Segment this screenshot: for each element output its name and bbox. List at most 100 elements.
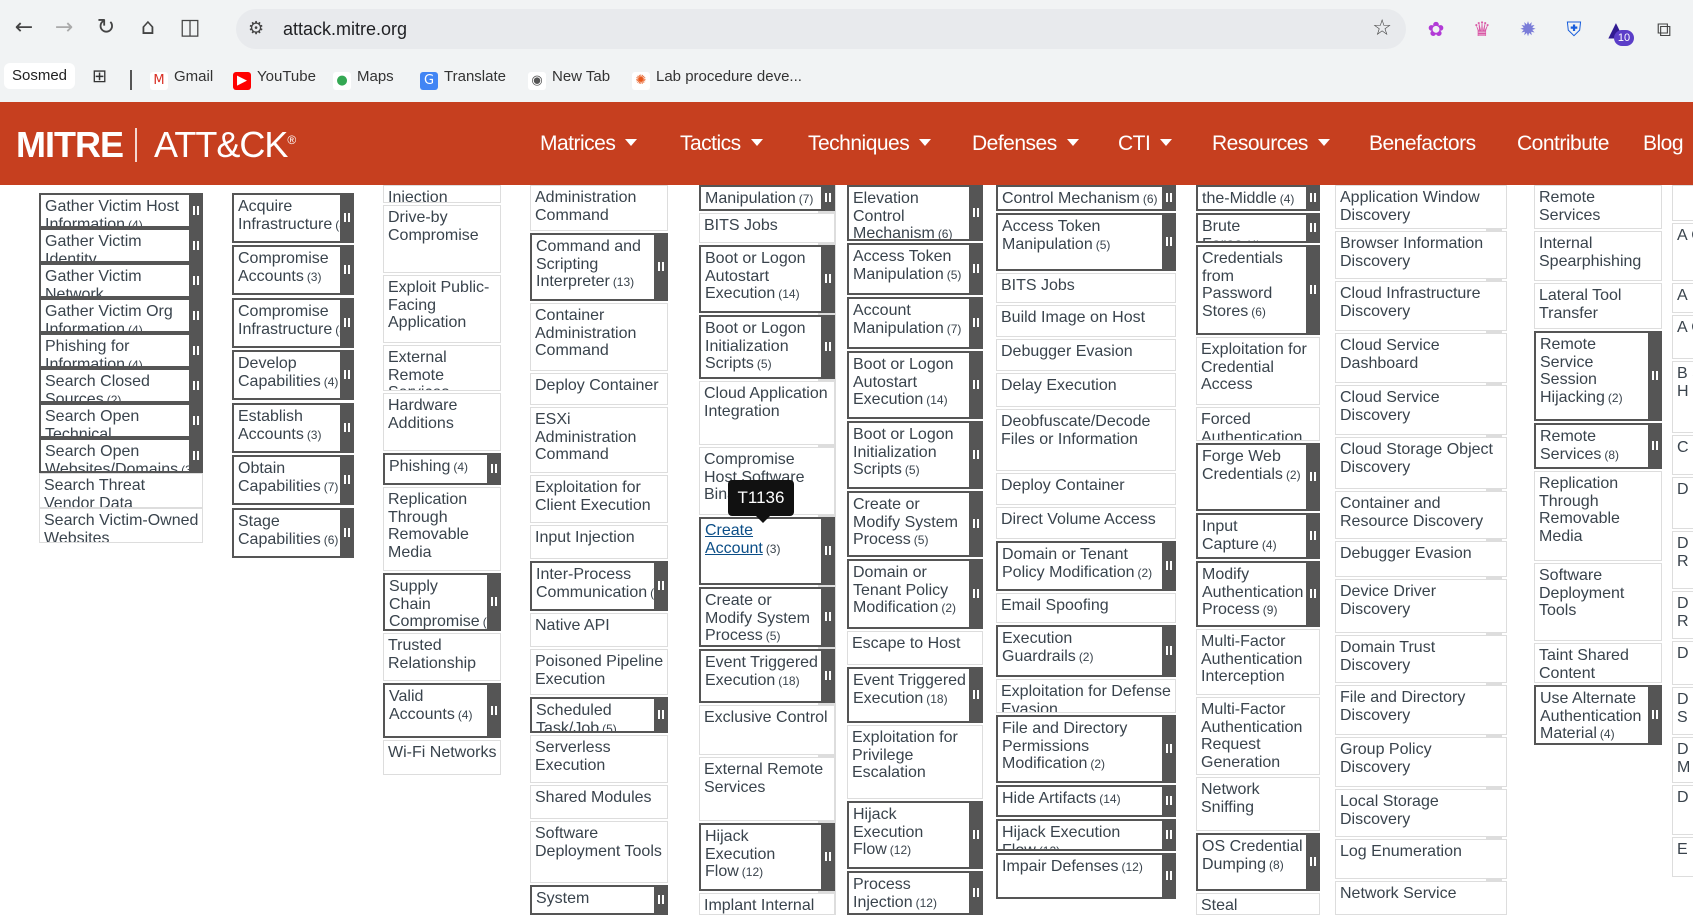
technique-cell[interactable]: Lateral Tool Transfer xyxy=(1534,283,1662,329)
bookmark-gmail[interactable]: M Gmail xyxy=(150,68,213,90)
technique-cell[interactable]: Elevation Control Mechanism (6) xyxy=(847,185,969,241)
expand-subtechniques-handle-icon[interactable] xyxy=(969,667,983,723)
technique-cell[interactable]: Gather Victim Host Information (4) xyxy=(39,193,189,228)
apps-grid-icon[interactable]: ⊞ xyxy=(92,66,107,87)
technique-cell[interactable]: D R M xyxy=(1672,737,1693,783)
expand-subtechniques-handle-icon[interactable] xyxy=(654,697,668,733)
technique-cell[interactable]: ESXi Administration Command xyxy=(530,407,668,473)
expand-subtechniques-handle-icon[interactable] xyxy=(1306,185,1320,211)
technique-cell[interactable]: Trusted Relationship xyxy=(383,633,501,681)
technique-cell[interactable]: Deobfuscate/Decode Files or Information xyxy=(996,409,1176,471)
technique-cell[interactable]: Network Sniffing xyxy=(1196,777,1320,831)
technique-cell[interactable]: Search Closed Sources (2) xyxy=(39,368,189,403)
technique-cell[interactable]: A C xyxy=(1672,223,1693,281)
technique-cell[interactable]: Browser Information Discovery xyxy=(1335,231,1507,279)
expand-subtechniques-handle-icon[interactable] xyxy=(340,245,354,295)
technique-cell[interactable]: the-Middle (4) xyxy=(1196,185,1306,211)
technique-cell[interactable]: Compromise Accounts (3) xyxy=(232,245,340,295)
technique-cell[interactable]: Search Open Websites/Domains(3) xyxy=(39,438,189,473)
technique-cell[interactable]: Gather Victim Org Information (4) xyxy=(39,298,189,333)
technique-cell[interactable]: Debugger Evasion xyxy=(1335,541,1507,577)
technique-cell[interactable]: Domain Trust Discovery xyxy=(1335,635,1507,683)
expand-subtechniques-handle-icon[interactable] xyxy=(1648,423,1662,469)
technique-cell[interactable]: Poisoned Pipeline Execution xyxy=(530,649,668,695)
expand-subtechniques-handle-icon[interactable] xyxy=(1648,685,1662,745)
technique-cell[interactable]: Boot or Logon Initialization Scripts (5) xyxy=(847,421,969,489)
technique-cell[interactable]: Access Token Manipulation (5) xyxy=(996,213,1162,271)
technique-cell[interactable]: Container and Resource Discovery xyxy=(1335,491,1507,539)
expand-subtechniques-handle-icon[interactable] xyxy=(487,453,501,485)
technique-cell[interactable]: Direct Volume Access xyxy=(996,507,1176,539)
expand-subtechniques-handle-icon[interactable] xyxy=(189,438,203,473)
expand-subtechniques-handle-icon[interactable] xyxy=(1162,853,1176,899)
mitre-logo[interactable]: MITRE xyxy=(16,124,124,166)
technique-cell[interactable]: Cloud Storage Object Discovery xyxy=(1335,437,1507,489)
technique-cell[interactable]: D C xyxy=(1672,477,1693,529)
technique-cell[interactable]: File and Directory Permissions Modificat… xyxy=(996,715,1162,783)
bookmark-folder-sosmed[interactable]: Sosmed xyxy=(4,63,76,89)
technique-cell[interactable]: Forge Web Credentials (2) xyxy=(1196,443,1306,511)
technique-cell[interactable]: A C xyxy=(1672,315,1693,359)
site-info-icon[interactable]: ⚙ xyxy=(248,18,264,39)
technique-cell[interactable]: Event Triggered Execution (18) xyxy=(699,649,821,703)
technique-cell[interactable]: Establish Accounts (3) xyxy=(232,403,340,453)
technique-cell[interactable]: Input Injection xyxy=(530,525,668,559)
expand-subtechniques-handle-icon[interactable] xyxy=(189,403,203,438)
technique-cell[interactable]: Replication Through Removable Media xyxy=(1534,471,1662,561)
technique-cell[interactable]: Exploitation for Defense Evasion xyxy=(996,679,1176,713)
expand-subtechniques-handle-icon[interactable] xyxy=(969,185,983,241)
technique-cell[interactable]: Phishing for Information (4) xyxy=(39,333,189,368)
technique-cell[interactable]: Drive-by Compromise xyxy=(383,205,501,273)
extension-brain-icon[interactable]: ✿ xyxy=(1424,17,1448,41)
expand-subtechniques-handle-icon[interactable] xyxy=(969,351,983,419)
expand-subtechniques-handle-icon[interactable] xyxy=(1306,213,1320,243)
expand-subtechniques-handle-icon[interactable] xyxy=(189,298,203,333)
nav-matrices[interactable]: Matrices xyxy=(540,132,638,156)
technique-cell[interactable]: Stage Capabilities (6) xyxy=(232,508,340,558)
expand-subtechniques-handle-icon[interactable] xyxy=(1162,819,1176,851)
expand-subtechniques-handle-icon[interactable] xyxy=(654,885,668,915)
technique-cell[interactable]: Gather Victim Network Information(6) xyxy=(39,263,189,298)
technique-cell[interactable]: Cloud Application Integration xyxy=(699,381,835,445)
expand-subtechniques-handle-icon[interactable] xyxy=(1306,561,1320,627)
url-text[interactable]: attack.mitre.org xyxy=(283,19,407,40)
technique-cell[interactable]: Exploitation for Client Execution xyxy=(530,475,668,523)
technique-cell[interactable]: Cloud Service Discovery xyxy=(1335,385,1507,435)
technique-cell[interactable]: C xyxy=(1672,435,1693,475)
technique-cell[interactable]: Debugger Evasion xyxy=(996,339,1176,371)
attack-logo[interactable]: ATT&CK® xyxy=(154,124,296,166)
technique-cell[interactable]: D N S xyxy=(1672,687,1693,735)
technique-cell[interactable]: Domain or Tenant Policy Modification (2) xyxy=(847,559,969,629)
technique-cell[interactable]: Hardware Additions xyxy=(383,393,501,451)
technique-cell[interactable]: Use Alternate Authentication Material (4) xyxy=(1534,685,1648,745)
expand-subtechniques-handle-icon[interactable] xyxy=(821,517,835,585)
expand-subtechniques-handle-icon[interactable] xyxy=(189,333,203,368)
bookmark-lab-procedure[interactable]: ✺ Lab procedure deve... xyxy=(632,68,802,90)
technique-cell[interactable]: Cloud Infrastructure Discovery xyxy=(1335,281,1507,331)
technique-cell[interactable]: Software Deployment Tools xyxy=(1534,563,1662,641)
expand-subtechniques-handle-icon[interactable] xyxy=(340,508,354,558)
extension-gear-icon[interactable]: ✹ xyxy=(1516,17,1540,41)
expand-subtechniques-handle-icon[interactable] xyxy=(969,297,983,349)
technique-cell[interactable]: Exploitation for Credential Access xyxy=(1196,337,1320,405)
expand-subtechniques-handle-icon[interactable] xyxy=(1306,443,1320,511)
technique-cell[interactable]: Manipulation (7) xyxy=(699,185,821,211)
technique-cell[interactable]: Phishing (4) xyxy=(383,453,487,485)
expand-subtechniques-handle-icon[interactable] xyxy=(189,263,203,298)
expand-subtechniques-handle-icon[interactable] xyxy=(969,559,983,629)
technique-cell[interactable]: Shared Modules xyxy=(530,785,668,819)
expand-subtechniques-handle-icon[interactable] xyxy=(487,683,501,738)
expand-subtechniques-handle-icon[interactable] xyxy=(1162,625,1176,677)
expand-subtechniques-handle-icon[interactable] xyxy=(1306,833,1320,891)
technique-cell[interactable]: D C R xyxy=(1672,531,1693,589)
technique-cell[interactable]: Input Capture (4) xyxy=(1196,513,1306,559)
forward-arrow-icon[interactable]: → xyxy=(50,14,78,42)
technique-cell[interactable]: Forced Authentication xyxy=(1196,407,1320,441)
technique-cell[interactable]: Serverless Execution xyxy=(530,735,668,783)
technique-cell[interactable]: Software Deployment Tools xyxy=(530,821,668,883)
technique-cell[interactable]: Boot or Logon Autostart Execution (14) xyxy=(847,351,969,419)
technique-cell[interactable]: Gather Victim Identity Information(3) xyxy=(39,228,189,263)
technique-cell[interactable]: Application Window Discovery xyxy=(1335,185,1507,229)
expand-subtechniques-handle-icon[interactable] xyxy=(969,243,983,295)
technique-cell[interactable]: Brute Force(4) xyxy=(1196,213,1306,243)
